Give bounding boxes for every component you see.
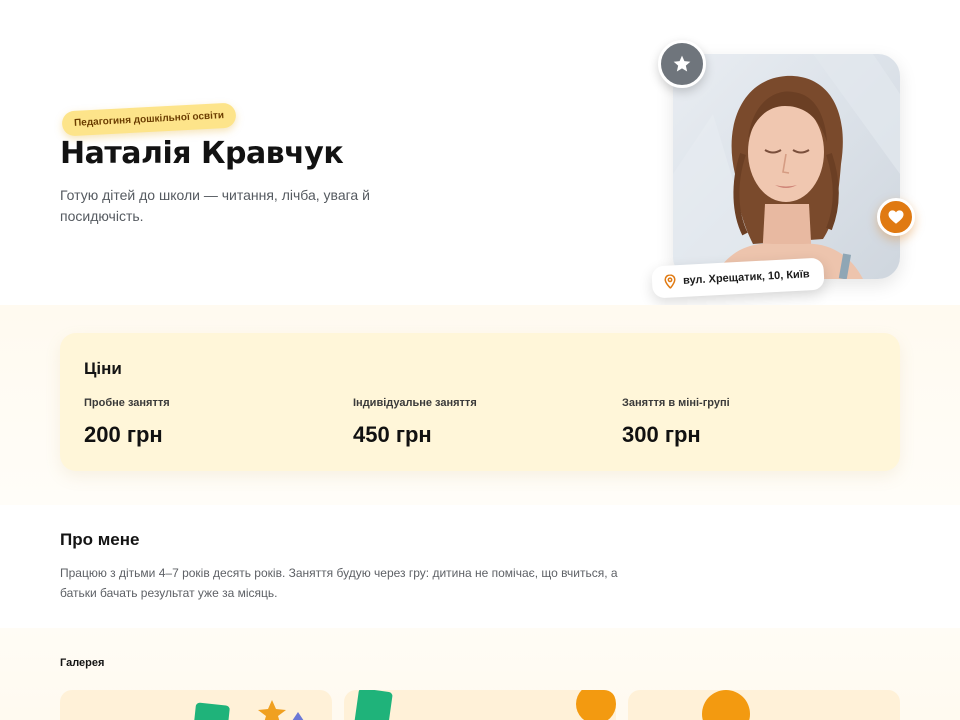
profile-photo xyxy=(673,54,900,279)
price-item-mini-group: Заняття в міні-групі 300 грн xyxy=(622,397,730,448)
prices-card: Ціни Пробне заняття 200 грн Індивідуальн… xyxy=(60,333,900,471)
teacher-name: Наталія Кравчук xyxy=(60,136,344,171)
price-label: Пробне заняття xyxy=(84,397,170,409)
price-value: 200 грн xyxy=(84,422,163,447)
specialty-badge: Педагогиня дошкільної освіти xyxy=(61,102,237,137)
map-pin-icon xyxy=(664,274,676,289)
favorite-button[interactable] xyxy=(877,198,915,236)
price-item-trial: Пробне заняття 200 грн xyxy=(84,397,170,448)
gallery-title: Галерея xyxy=(60,657,105,669)
price-value: 300 грн xyxy=(622,422,701,447)
address-text: вул. Хрещатик, 10, Київ xyxy=(682,268,810,287)
price-value: 450 грн xyxy=(353,422,432,447)
teacher-tagline: Готую дітей до школи — читання, лічба, у… xyxy=(60,187,370,224)
star-badge xyxy=(658,40,706,88)
about-title: Про мене xyxy=(60,530,140,549)
price-label: Індивідуальне заняття xyxy=(353,397,477,409)
about-text: Працюю з дітьми 4–7 років десять років. … xyxy=(60,566,618,600)
prices-title: Ціни xyxy=(84,359,122,378)
gallery-image-3[interactable] xyxy=(628,690,900,720)
price-label: Заняття в міні-групі xyxy=(622,397,730,409)
gallery-image-1[interactable] xyxy=(60,690,332,720)
star-icon xyxy=(673,55,691,72)
gallery-image-2[interactable] xyxy=(344,690,616,720)
teacher-portrait xyxy=(673,54,900,279)
profile-hero: Педагогиня дошкільної освіти Наталія Кра… xyxy=(0,0,960,305)
heart-icon xyxy=(888,210,904,224)
price-item-individual: Індивідуальне заняття 450 грн xyxy=(353,397,477,448)
